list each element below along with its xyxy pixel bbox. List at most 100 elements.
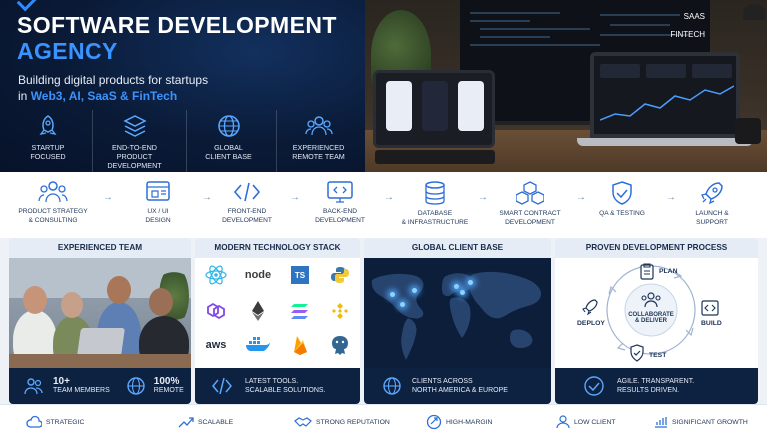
remote-stat: 100% REMOTE <box>154 377 184 395</box>
monitor-code-icon <box>327 181 353 203</box>
team-members-label: TEAM MEMBERS <box>53 387 110 394</box>
cycle-deploy: DEPLOY <box>577 320 605 327</box>
cycle-plan: PLAN <box>659 268 678 275</box>
solana-icon <box>281 300 319 322</box>
handshake-icon <box>294 417 312 427</box>
panel-global-client-base: GLOBAL CLIENT BASE CLIENTS ACROSS NORTH … <box>364 238 551 404</box>
team-icon <box>641 292 661 308</box>
fintech-tag: FINTECH <box>670 30 705 39</box>
layers-icon <box>122 115 147 137</box>
global-footer-line: NORTH AMERICA & EUROPE <box>412 387 508 394</box>
remote-value: 100% <box>153 376 180 387</box>
panel-title: EXPERIENCED TEAM <box>9 238 191 258</box>
panel-footer: LATEST TOOLS. SCALABLE SOLUTIONS. <box>195 368 360 404</box>
logo-icon <box>16 0 40 12</box>
rocket-icon <box>39 115 57 135</box>
arrow-icon: → <box>478 192 488 203</box>
step-label: QA & TESTING <box>599 210 645 217</box>
globe-icon <box>217 115 240 137</box>
feature-label: CLIENT BASE <box>205 152 252 161</box>
clipboard-icon <box>640 263 654 280</box>
cycle-test: TEST <box>649 352 667 359</box>
process-footer-line: RESULTS DRIVEN. <box>617 387 680 394</box>
step-strategy: PRODUCT STRATEGY & CONSULTING <box>11 180 95 225</box>
process-footer-line: AGILE. TRANSPARENT. <box>617 378 695 385</box>
typescript-icon: TS <box>281 264 319 286</box>
mug <box>735 118 761 144</box>
margin-icon <box>426 414 442 430</box>
panel-title: GLOBAL CLIENT BASE <box>364 238 551 258</box>
hero-title-line1: SOFTWARE DEVELOPMENT <box>17 12 337 38</box>
dashboard-chart-icon <box>600 64 734 121</box>
subtitle-highlight: Web3, AI, SaaS & FinTech <box>30 89 178 103</box>
hero-title-line2: AGENCY <box>17 38 118 64</box>
app-screen <box>458 81 484 131</box>
firebase-icon <box>281 334 319 356</box>
panel-footer: CLIENTS ACROSS NORTH AMERICA & EUROPE <box>364 368 551 404</box>
feature-label: FOCUSED <box>30 152 66 161</box>
step-label: DEVELOPMENT <box>505 219 555 226</box>
client-dot <box>412 288 417 293</box>
devices-photo: SAAS FINTECH <box>365 0 767 172</box>
step-label: DEVELOPMENT <box>222 217 272 224</box>
hero-subtitle-line1: Building digital products for startups <box>18 73 209 87</box>
team-icon <box>24 378 43 395</box>
tablet <box>373 70 495 148</box>
launch-rocket-icon <box>701 182 723 205</box>
feature-global: GLOBAL CLIENT BASE <box>186 110 270 172</box>
highlight-label: SIGNIFICANT GROWTH <box>672 418 748 426</box>
step-launch: LAUNCH & SUPPORT <box>670 180 754 227</box>
highlight-label: STRATEGIC <box>46 418 85 426</box>
tech-footer-line: LATEST TOOLS. <box>245 378 299 385</box>
panel-title: MODERN TECHNOLOGY STACK <box>195 238 360 258</box>
step-label: DATABASE <box>417 210 453 217</box>
process-footer-text: AGILE. TRANSPARENT. RESULTS DRIVEN. <box>617 377 694 395</box>
client-dot <box>460 290 465 295</box>
team-members-stat: 10+ TEAM MEMBERS <box>53 377 110 395</box>
panel-title: PROVEN DEVELOPMENT PROCESS <box>555 238 758 258</box>
step-label: & CONSULTING <box>28 217 78 224</box>
step-label: & INFRASTRUCTURE <box>401 219 469 226</box>
step-label: LAUNCH & <box>695 210 729 217</box>
step-front-end: FRONT-END DEVELOPMENT <box>205 180 289 225</box>
growth-icon <box>655 417 667 428</box>
team-icon <box>304 116 333 136</box>
step-smart-contract: SMART CONTRACT DEVELOPMENT <box>488 180 572 227</box>
feature-label: STARTUP <box>31 143 65 152</box>
cycle-build: BUILD <box>701 320 722 327</box>
step-label: DESIGN <box>145 217 171 224</box>
polygon-icon <box>197 300 235 322</box>
docker-icon <box>239 334 277 356</box>
binance-icon <box>321 300 359 322</box>
highlight-growth: SIGNIFICANT GROWTH <box>654 411 748 432</box>
process-steps: PRODUCT STRATEGY & CONSULTING → UX / UI … <box>0 172 767 238</box>
step-qa: QA & TESTING <box>580 180 664 218</box>
highlights-strip: STRATEGIC SCALABLE STRONG REPUTATION HIG… <box>0 404 767 432</box>
step-database: DATABASE & INFRASTRUCTURE <box>393 180 477 227</box>
laptop-base <box>577 138 753 146</box>
feature-remote-team: EXPERIENCED REMOTE TEAM <box>276 110 360 172</box>
step-design: UX / UI DESIGN <box>116 180 200 225</box>
subtitle-in: in <box>18 89 28 103</box>
step-label: BACK-END <box>322 208 358 215</box>
strategy-icon <box>38 181 68 203</box>
step-label: FRONT-END <box>227 208 267 215</box>
client-dot <box>454 284 459 289</box>
step-label: UX / UI <box>147 208 169 215</box>
global-footer-line: CLIENTS ACROSS <box>412 378 473 385</box>
highlight-label: SCALABLE <box>198 418 234 426</box>
highlight-reputation: STRONG REPUTATION <box>294 411 390 432</box>
user-icon <box>556 415 570 429</box>
feature-label: GLOBAL <box>214 143 243 152</box>
arrow-icon: → <box>103 192 113 203</box>
database-icon <box>425 181 445 205</box>
trend-up-icon <box>178 417 194 428</box>
feature-label: PRODUCT DEVELOPMENT <box>107 152 162 170</box>
code-window-icon <box>701 300 719 316</box>
panel-footer: 10+ TEAM MEMBERS 100% REMOTE <box>9 368 191 404</box>
step-label: DEVELOPMENT <box>315 217 365 224</box>
highlight-strategic: STRATEGIC <box>26 411 84 432</box>
hero-banner: SOFTWARE DEVELOPMENT AGENCY Building dig… <box>0 0 365 172</box>
highlight-high-margin: HIGH-MARGIN <box>426 411 492 432</box>
tech-footer-text: LATEST TOOLS. SCALABLE SOLUTIONS. <box>245 377 326 395</box>
